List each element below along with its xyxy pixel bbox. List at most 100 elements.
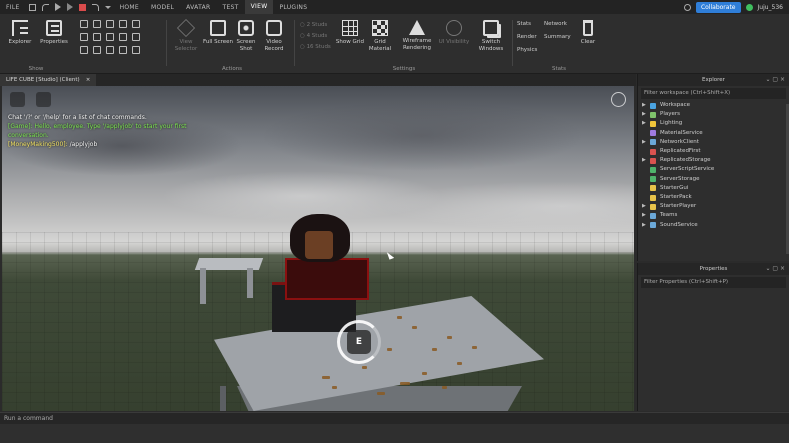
explorer-icon bbox=[12, 20, 28, 36]
explorer-item-players[interactable]: ▶ Players bbox=[638, 110, 789, 119]
stats-button[interactable]: Stats bbox=[517, 18, 537, 31]
explorer-close-icon[interactable]: ⌄ ▢ × bbox=[765, 74, 785, 86]
wireframe-button[interactable]: Wireframe Rendering bbox=[398, 20, 436, 51]
tab-avatar[interactable]: AVATAR bbox=[180, 4, 216, 11]
actions-group-label: Actions bbox=[221, 66, 243, 72]
more-options-icon[interactable] bbox=[611, 92, 626, 107]
show-group: Explorer Properties Show bbox=[0, 16, 72, 72]
tab-home[interactable]: HOME bbox=[114, 4, 145, 11]
break-icon[interactable] bbox=[132, 46, 140, 54]
command-input[interactable]: Run a command bbox=[4, 415, 53, 422]
expand-arrow-icon[interactable]: ▶ bbox=[642, 138, 650, 147]
chat-window: Chat '/?' or '/help' for a list of chat … bbox=[8, 113, 186, 149]
output-icon[interactable] bbox=[119, 20, 127, 28]
studs-4-option[interactable]: 4 Studs bbox=[300, 31, 331, 42]
chat-text: /applyjob bbox=[69, 141, 98, 148]
globe-icon[interactable] bbox=[132, 33, 140, 41]
expand-arrow-icon[interactable]: ▶ bbox=[642, 221, 650, 230]
render-button[interactable]: Render bbox=[517, 31, 537, 44]
explorer-item-label: Workspace bbox=[660, 102, 691, 108]
save-icon[interactable] bbox=[28, 3, 36, 11]
physics-button[interactable]: Physics bbox=[517, 44, 537, 57]
explorer-item-label: ServerStorage bbox=[660, 175, 700, 182]
explorer-item-lighting[interactable]: ▶ Lighting bbox=[638, 119, 789, 128]
properties-filter-input[interactable]: Filter Properties (Ctrl+Shift+P) bbox=[641, 277, 786, 288]
expand-arrow-icon[interactable]: ▶ bbox=[642, 101, 650, 110]
tab-model[interactable]: MODEL bbox=[145, 4, 180, 11]
watch-icon[interactable] bbox=[106, 46, 114, 54]
explorer-item-starterpack[interactable]: StarterPack bbox=[638, 193, 789, 202]
proximity-prompt-key[interactable]: E bbox=[347, 330, 371, 354]
file-menu[interactable]: FILE bbox=[0, 4, 26, 11]
chat-toggle-icon[interactable] bbox=[36, 92, 51, 107]
expand-arrow-icon[interactable]: ▶ bbox=[642, 202, 650, 211]
share-icon[interactable] bbox=[683, 3, 691, 11]
explorer-filter-input[interactable]: Filter workspace (Ctrl+Shift+X) bbox=[641, 88, 786, 99]
network-button[interactable]: Network bbox=[544, 18, 571, 31]
step-icon[interactable] bbox=[66, 3, 73, 11]
show-grid-button[interactable]: Show Grid bbox=[334, 20, 366, 46]
game-viewport[interactable]: E Chat '/?' or '/help' for a list of cha… bbox=[2, 86, 634, 411]
tags-icon[interactable] bbox=[93, 33, 101, 41]
stats-group: Stats Render Physics Network Summary Cle… bbox=[514, 16, 604, 72]
explorer-label: Explorer bbox=[8, 39, 32, 45]
studs-16-option[interactable]: 16 Studs bbox=[300, 42, 331, 53]
explorer-button[interactable]: Explorer bbox=[4, 20, 36, 46]
clear-button[interactable]: Clear bbox=[572, 20, 604, 46]
video-record-button[interactable]: Video Record bbox=[258, 20, 290, 52]
ui-visibility-button[interactable]: UI Visibility bbox=[438, 20, 470, 46]
dropdown-icon[interactable] bbox=[104, 5, 111, 9]
service-icon bbox=[650, 111, 656, 118]
undo-icon[interactable] bbox=[41, 3, 49, 11]
collision-icon[interactable] bbox=[106, 33, 114, 41]
toolbox-icon[interactable] bbox=[80, 20, 88, 28]
explorer-item-soundservice[interactable]: ▶ SoundService bbox=[638, 221, 789, 230]
tab-test[interactable]: TEST bbox=[216, 4, 244, 11]
explorer-item-teams[interactable]: ▶ Teams bbox=[638, 211, 789, 220]
tab-place[interactable]: LIFE CUBE [Studio] (Client) × bbox=[0, 74, 97, 86]
studs-2-option[interactable]: 2 Studs bbox=[300, 20, 331, 31]
explorer-item-workspace[interactable]: ▶ Workspace bbox=[638, 101, 789, 110]
terrain-icon[interactable] bbox=[106, 20, 114, 28]
explorer-item-materialservice[interactable]: MaterialService bbox=[638, 129, 789, 138]
explorer-item-replicatedstorage[interactable]: ▶ ReplicatedStorage bbox=[638, 156, 789, 165]
summary-button[interactable]: Summary bbox=[544, 31, 571, 44]
expand-arrow-icon[interactable]: ▶ bbox=[642, 211, 650, 220]
user-name[interactable]: Juju_536 bbox=[758, 4, 784, 11]
expand-arrow-icon[interactable]: ▶ bbox=[642, 110, 650, 119]
layers-icon[interactable] bbox=[80, 33, 88, 41]
properties-button[interactable]: Properties bbox=[38, 20, 70, 46]
explorer-item-starterplayer[interactable]: ▶ StarterPlayer bbox=[638, 202, 789, 211]
eye-slash-icon bbox=[446, 20, 462, 36]
asset-icon[interactable] bbox=[93, 20, 101, 28]
redo-icon[interactable] bbox=[91, 3, 99, 11]
find-icon[interactable] bbox=[119, 33, 127, 41]
dirt-decal bbox=[332, 386, 337, 389]
properties-close-icon[interactable]: ⌄ ▢ × bbox=[765, 263, 785, 275]
expand-arrow-icon[interactable]: ▶ bbox=[642, 119, 650, 128]
roblox-menu-icon[interactable] bbox=[10, 92, 25, 107]
calls-icon[interactable] bbox=[119, 46, 127, 54]
tab-close-icon[interactable]: × bbox=[86, 74, 91, 86]
explorer-item-serverstorage[interactable]: ServerStorage bbox=[638, 175, 789, 184]
view-selector-button[interactable]: View Selector bbox=[170, 18, 202, 52]
explorer-item-networkclient[interactable]: ▶ NetworkClient bbox=[638, 138, 789, 147]
expand-arrow-icon[interactable]: ▶ bbox=[642, 156, 650, 165]
grid-material-button[interactable]: Grid Material bbox=[364, 20, 396, 52]
stop-icon[interactable] bbox=[78, 3, 86, 11]
script-icon[interactable] bbox=[132, 20, 140, 28]
video-record-label: Video Record bbox=[264, 39, 284, 52]
explorer-item-replicatedfirst[interactable]: ReplicatedFirst bbox=[638, 147, 789, 156]
tab-plugins[interactable]: PLUGINS bbox=[273, 4, 313, 11]
service-icon bbox=[650, 148, 656, 155]
chat-speaker: [MoneyMaking500]: bbox=[8, 141, 68, 148]
command-icon[interactable] bbox=[80, 46, 88, 54]
team-icon[interactable] bbox=[93, 46, 101, 54]
play-icon[interactable] bbox=[54, 3, 61, 11]
tab-view[interactable]: VIEW bbox=[244, 0, 274, 14]
explorer-item-serverscriptservice[interactable]: ServerScriptService bbox=[638, 165, 789, 174]
command-bar[interactable]: Run a command bbox=[0, 412, 789, 424]
explorer-item-startergui[interactable]: StarterGui bbox=[638, 184, 789, 193]
switch-windows-button[interactable]: Switch Windows bbox=[472, 20, 510, 52]
collaborate-button[interactable]: Collaborate bbox=[695, 1, 741, 13]
